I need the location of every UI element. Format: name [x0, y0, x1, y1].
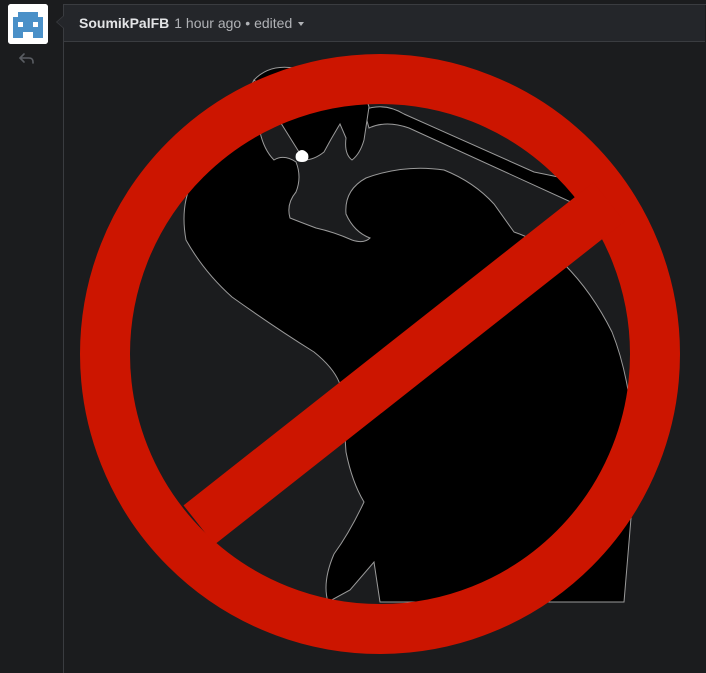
reply-arrow-icon[interactable]	[18, 50, 36, 66]
edited-dropdown[interactable]: edited	[254, 15, 305, 31]
comment-page: SoumikPalFB 1 hour ago • edited	[0, 0, 706, 673]
comment-gutter	[0, 0, 63, 673]
prohibition-image	[64, 42, 706, 673]
avatar[interactable]	[8, 4, 48, 44]
comment-image[interactable]	[64, 42, 706, 673]
chevron-down-icon	[298, 22, 305, 26]
author-link[interactable]: SoumikPalFB	[79, 15, 169, 31]
comment-header: SoumikPalFB 1 hour ago • edited	[64, 5, 705, 42]
meta-separator: •	[245, 15, 251, 31]
timestamp-link[interactable]: 1 hour ago	[174, 15, 241, 31]
edited-label: edited	[254, 15, 293, 31]
comment-caret-inner	[57, 16, 64, 28]
pixel-invader-avatar-icon	[8, 4, 48, 44]
